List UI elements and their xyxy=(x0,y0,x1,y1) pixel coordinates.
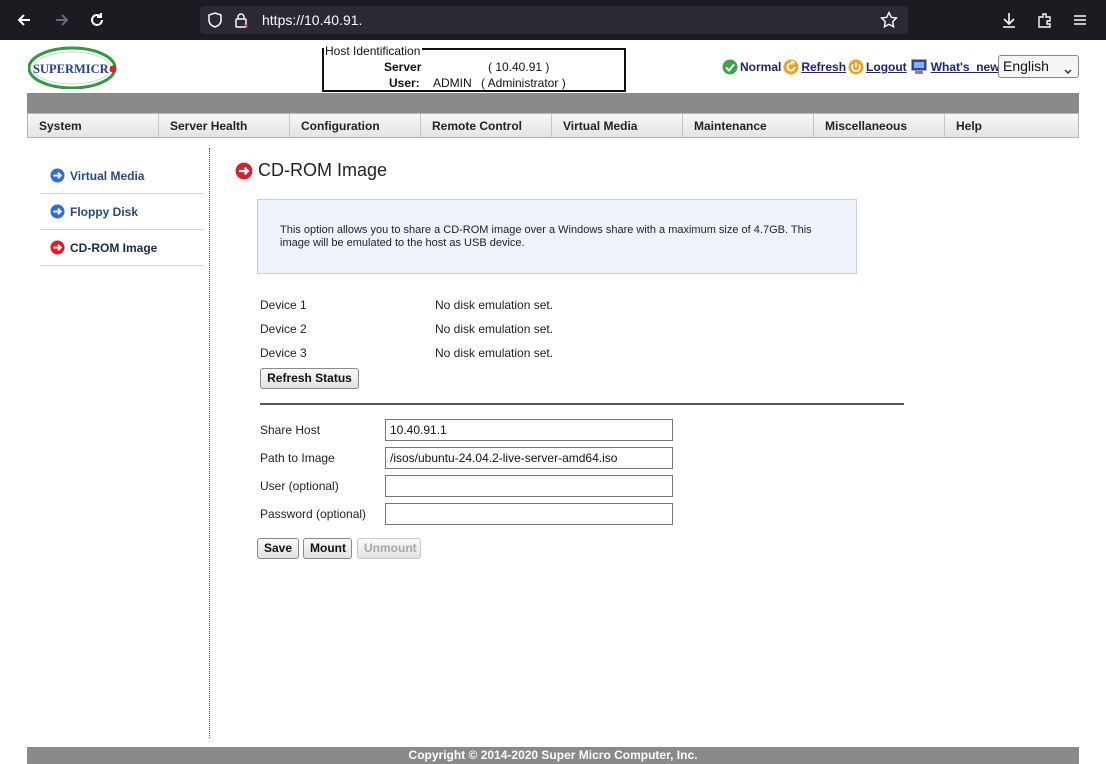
device-3-label: Device 3 xyxy=(260,346,307,360)
language-select[interactable]: English xyxy=(998,55,1079,78)
status-ok-icon xyxy=(722,59,738,75)
extensions-icon[interactable] xyxy=(1033,8,1057,32)
page-title-text: CD-ROM Image xyxy=(258,160,388,180)
header-band xyxy=(27,93,1079,113)
password-optional-label: Password (optional) xyxy=(260,507,367,521)
info-box: This option allows you to share a CD-ROM… xyxy=(257,199,857,274)
sidebar: Virtual Media Floppy Disk CD-ROM Image xyxy=(40,158,204,266)
password-input[interactable] xyxy=(385,503,673,525)
menu-item-server-health[interactable]: Server Health xyxy=(159,114,290,137)
footer-copyright: Copyright © 2014-2020 Super Micro Comput… xyxy=(27,747,1079,764)
menu-item-virtual-media[interactable]: Virtual Media xyxy=(552,114,683,137)
user-input[interactable] xyxy=(385,475,673,497)
arrow-right-icon xyxy=(50,204,65,219)
menu-icon[interactable] xyxy=(1068,8,1092,32)
device-2-status: No disk emulation set. xyxy=(435,322,554,336)
menu-item-system[interactable]: System xyxy=(28,114,159,137)
sidebar-divider xyxy=(209,148,210,738)
page-title: CD-ROM Image xyxy=(235,160,387,181)
bookmark-star-icon[interactable] xyxy=(880,11,898,29)
menu-item-miscellaneous[interactable]: Miscellaneous xyxy=(814,114,945,137)
chevron-down-icon xyxy=(1064,63,1072,75)
user-name: ADMIN xyxy=(433,76,472,90)
url-bar[interactable]: https://10.40.91. xyxy=(200,6,908,34)
browser-toolbar: https://10.40.91. xyxy=(0,0,1106,40)
logout-link[interactable]: Logout xyxy=(866,60,907,74)
device-1-status: No disk emulation set. xyxy=(435,298,554,312)
server-value: ( 10.40.91 ) xyxy=(488,60,550,74)
device-1-label: Device 1 xyxy=(260,298,307,312)
refresh-status-button[interactable]: Refresh Status xyxy=(260,368,359,389)
forward-icon[interactable] xyxy=(50,8,74,32)
main-menu: System Server Health Configuration Remot… xyxy=(27,113,1079,138)
server-label: Server xyxy=(384,60,422,74)
sidebar-item-floppy-disk[interactable]: Floppy Disk xyxy=(40,194,204,230)
ipmi-page: SUPERMICR Host Identification Server ( 1… xyxy=(0,40,1106,764)
share-host-input[interactable] xyxy=(385,419,673,441)
share-host-label: Share Host xyxy=(260,423,321,437)
unmount-button: Unmount xyxy=(357,538,421,559)
menu-item-maintenance[interactable]: Maintenance xyxy=(683,114,814,137)
device-3-status: No disk emulation set. xyxy=(435,346,554,360)
language-selected-value: English xyxy=(1003,58,1049,74)
lock-icon[interactable] xyxy=(232,11,250,29)
path-to-image-label: Path to Image xyxy=(260,451,335,465)
back-icon[interactable] xyxy=(12,8,36,32)
svg-text:SUPERMICR: SUPERMICR xyxy=(33,62,110,76)
save-button[interactable]: Save xyxy=(257,538,299,559)
user-label: User: xyxy=(389,76,420,90)
supermicro-logo: SUPERMICR xyxy=(27,45,120,90)
refresh-link[interactable]: Refresh xyxy=(801,60,846,74)
host-identification-box: Host Identification Server ( 10.40.91 ) … xyxy=(322,44,626,92)
sidebar-item-label: Floppy Disk xyxy=(70,204,139,219)
sidebar-item-cd-rom-image[interactable]: CD-ROM Image xyxy=(40,230,204,266)
menu-item-remote-control[interactable]: Remote Control xyxy=(421,114,552,137)
shield-icon[interactable] xyxy=(206,11,224,29)
header-links: Normal Refresh Logout What's_new xyxy=(722,58,1002,76)
sidebar-item-label: Virtual Media xyxy=(70,168,145,183)
arrow-right-active-icon xyxy=(235,162,253,179)
refresh-icon[interactable] xyxy=(783,59,799,75)
host-identification-legend: Host Identification xyxy=(324,44,423,58)
reload-icon[interactable] xyxy=(85,8,109,32)
download-icon[interactable] xyxy=(997,8,1021,32)
user-optional-label: User (optional) xyxy=(260,479,339,493)
section-divider xyxy=(260,403,904,405)
url-text[interactable]: https://10.40.91. xyxy=(262,12,362,28)
computer-icon[interactable] xyxy=(909,59,929,75)
mount-button[interactable]: Mount xyxy=(303,538,352,559)
path-to-image-input[interactable] xyxy=(385,447,673,469)
sidebar-item-label: CD-ROM Image xyxy=(70,240,158,255)
arrow-right-icon xyxy=(50,168,65,183)
device-2-label: Device 2 xyxy=(260,322,307,336)
menu-item-help[interactable]: Help xyxy=(945,114,1076,137)
logout-icon[interactable] xyxy=(848,59,864,75)
status-normal-text: Normal xyxy=(740,60,782,74)
menu-item-configuration[interactable]: Configuration xyxy=(290,114,421,137)
user-role: ( Administrator ) xyxy=(481,76,566,90)
arrow-right-active-icon xyxy=(50,240,65,255)
sidebar-item-virtual-media[interactable]: Virtual Media xyxy=(40,158,204,194)
whats-new-link[interactable]: What's_new xyxy=(931,60,1000,74)
